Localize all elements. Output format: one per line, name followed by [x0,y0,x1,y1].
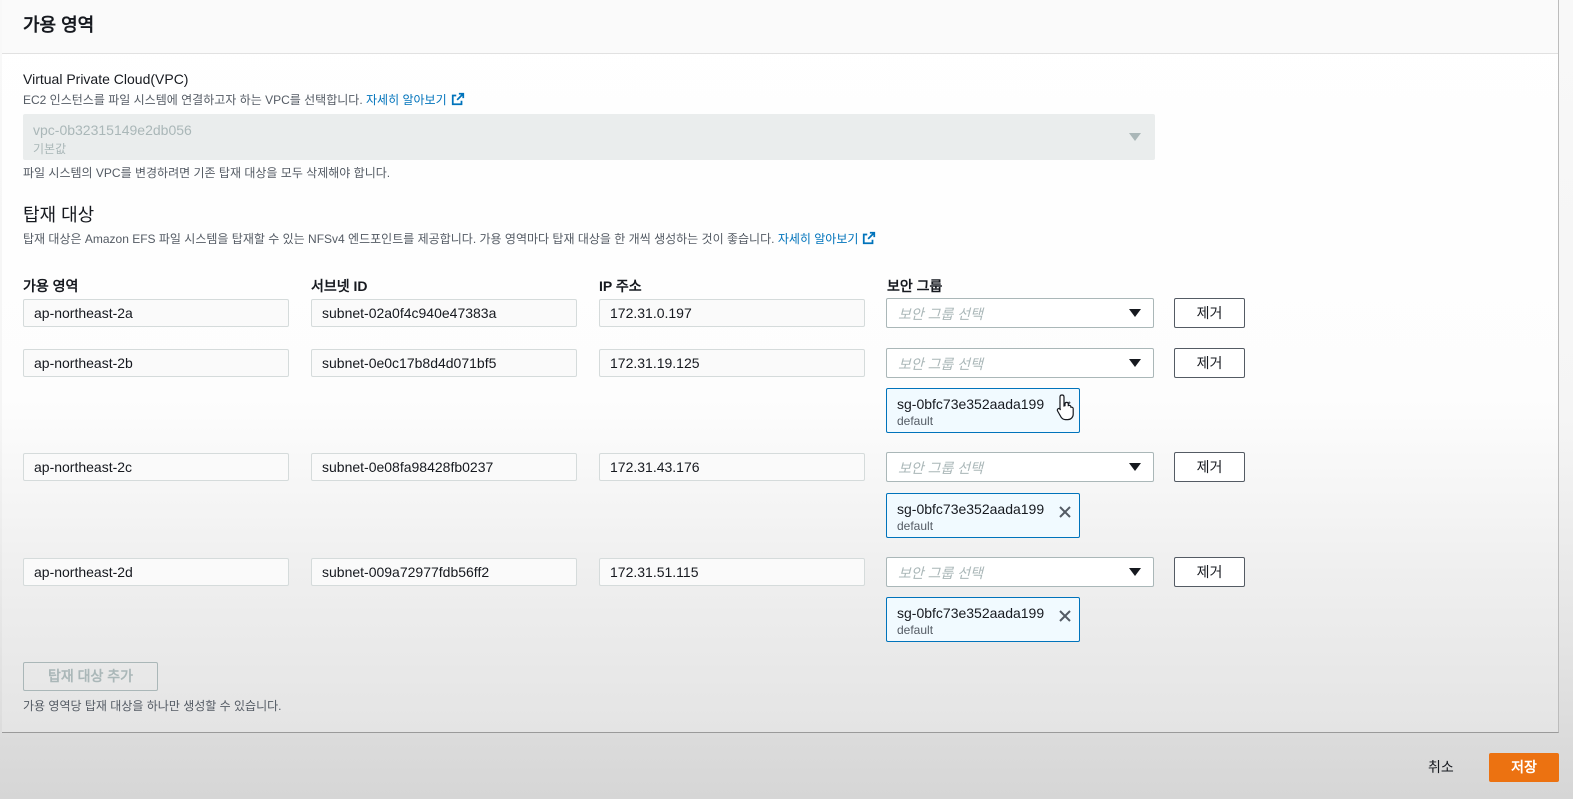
token-name: default [897,414,934,428]
vpc-description-row: EC2 인스턴스를 파일 시스템에 연결하고자 하는 VPC를 선택합니다. 자… [23,91,465,108]
caret-down-icon [1129,568,1141,576]
vpc-learn-more-link[interactable]: 자세히 알아보기 [366,93,447,107]
column-header-security-group: 보안 그룹 [887,278,943,294]
availability-zone-panel: 가용 영역 Virtual Private Cloud(VPC) EC2 인스턴… [2,0,1559,733]
external-link-icon [863,231,876,245]
security-group-placeholder: 보안 그룹 선택 [898,460,984,476]
security-group-token: sg-0bfc73e352aada199 default [886,493,1080,538]
remove-button[interactable]: 제거 [1174,298,1245,328]
security-group-token: sg-0bfc73e352aada199 default [886,388,1080,433]
vpc-label: Virtual Private Cloud(VPC) [23,71,189,87]
security-group-select[interactable]: 보안 그룹 선택 [886,298,1154,328]
vpc-selected-sub: 기본값 [33,142,67,156]
subnet-field: subnet-0e0c17b8d4d071bf5 [311,349,577,377]
panel-header: 가용 영역 [2,0,1558,54]
remove-button[interactable]: 제거 [1174,452,1245,482]
column-header-ip: IP 주소 [599,278,642,294]
add-mount-target-button[interactable]: 탑재 대상 추가 [23,662,158,691]
mount-targets-learn-more-link[interactable]: 자세히 알아보기 [778,232,859,246]
column-header-az: 가용 영역 [23,278,79,294]
security-group-token: sg-0bfc73e352aada199 default [886,597,1080,642]
cancel-button[interactable]: 취소 [1428,757,1454,777]
subnet-field: subnet-0e08fa98428fb0237 [311,453,577,481]
close-icon[interactable] [1057,608,1073,624]
security-group-placeholder: 보안 그룹 선택 [898,306,984,322]
hand-cursor-icon [1056,394,1074,421]
ip-field[interactable]: 172.31.19.125 [599,349,865,377]
ip-field[interactable]: 172.31.0.197 [599,299,865,327]
security-group-placeholder: 보안 그룹 선택 [898,356,984,372]
token-name: default [897,623,934,637]
panel-title: 가용 영역 [23,15,95,35]
vpc-hint: 파일 시스템의 VPC를 변경하려면 기존 탑재 대상을 모두 삭제해야 합니다… [23,166,391,180]
az-field: ap-northeast-2b [23,349,289,377]
mount-targets-description: 탑재 대상은 Amazon EFS 파일 시스템을 탑재할 수 있는 NFSv4… [23,232,775,246]
close-icon[interactable] [1057,504,1073,520]
add-mount-target-hint: 가용 영역당 탑재 대상을 하나만 생성할 수 있습니다. [23,699,282,713]
column-header-subnet: 서브넷 ID [311,278,368,294]
caret-down-icon [1129,309,1141,317]
token-id: sg-0bfc73e352aada199 [897,605,1045,621]
az-field: ap-northeast-2c [23,453,289,481]
vpc-selected-value: vpc-0b32315149e2db056 [33,122,192,138]
security-group-select[interactable]: 보안 그룹 선택 [886,557,1154,587]
subnet-field: subnet-009a72977fdb56ff2 [311,558,577,586]
remove-button[interactable]: 제거 [1174,348,1245,378]
az-field: ap-northeast-2d [23,558,289,586]
caret-down-icon [1129,463,1141,471]
token-id: sg-0bfc73e352aada199 [897,396,1045,412]
vpc-description: EC2 인스턴스를 파일 시스템에 연결하고자 하는 VPC를 선택합니다. [23,93,363,107]
ip-field[interactable]: 172.31.43.176 [599,453,865,481]
security-group-select[interactable]: 보안 그룹 선택 [886,348,1154,378]
save-button[interactable]: 저장 [1489,753,1559,782]
remove-button[interactable]: 제거 [1174,557,1245,587]
token-id: sg-0bfc73e352aada199 [897,501,1045,517]
mount-targets-description-row: 탑재 대상은 Amazon EFS 파일 시스템을 탑재할 수 있는 NFSv4… [23,230,876,247]
security-group-placeholder: 보안 그룹 선택 [898,565,984,581]
vpc-select[interactable]: vpc-0b32315149e2db056 기본값 [23,114,1155,160]
az-field: ap-northeast-2a [23,299,289,327]
caret-down-icon [1129,133,1141,141]
external-link-icon [451,92,464,106]
security-group-select[interactable]: 보안 그룹 선택 [886,452,1154,482]
caret-down-icon [1129,359,1141,367]
subnet-field: subnet-02a0f4c940e47383a [311,299,577,327]
ip-field[interactable]: 172.31.51.115 [599,558,865,586]
token-name: default [897,519,934,533]
mount-targets-title: 탑재 대상 [23,205,95,225]
